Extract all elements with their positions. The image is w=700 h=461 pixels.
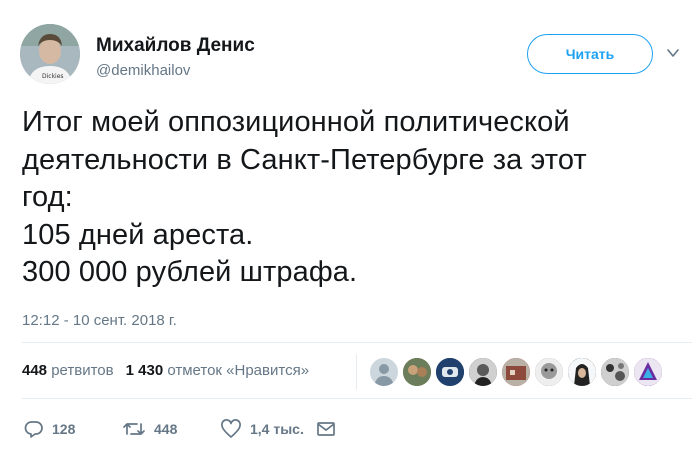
- liker-avatar[interactable]: [599, 356, 631, 388]
- liker-avatar[interactable]: [467, 356, 499, 388]
- like-count: 1,4 тыс.: [250, 421, 304, 437]
- liker-avatar[interactable]: [368, 356, 400, 388]
- retweets-label: ретвитов: [51, 362, 114, 379]
- direct-message-button[interactable]: [316, 416, 336, 442]
- liker-avatar[interactable]: [632, 356, 664, 388]
- follow-button[interactable]: Читать: [527, 34, 653, 74]
- tweet-header: Dickies Михайлов Денис @demikhailov Чита…: [20, 24, 680, 88]
- liker-avatar[interactable]: [401, 356, 433, 388]
- like-button[interactable]: 1,4 тыс.: [220, 416, 304, 442]
- tweet-actions: 128 448 1,4 тыс.: [22, 416, 382, 442]
- liker-avatar[interactable]: [566, 356, 598, 388]
- retweets-count: 448: [22, 362, 48, 379]
- user-display-name[interactable]: Михайлов Денис: [96, 35, 255, 57]
- reply-button[interactable]: 128: [24, 416, 75, 442]
- divider: [22, 342, 692, 343]
- retweets-stat[interactable]: 448 ретвитов: [22, 362, 114, 379]
- retweet-icon: [122, 419, 146, 439]
- tweet-text: Итог моей оппозиционной политической дея…: [22, 106, 587, 288]
- chevron-down-icon[interactable]: [666, 46, 680, 60]
- liker-avatar[interactable]: [434, 356, 466, 388]
- liker-avatar[interactable]: [533, 356, 565, 388]
- envelope-icon: [316, 420, 336, 438]
- user-handle[interactable]: @demikhailov: [96, 62, 190, 79]
- svg-text:Dickies: Dickies: [42, 73, 64, 80]
- tweet-timestamp[interactable]: 12:12 - 10 сент. 2018 г.: [22, 312, 177, 329]
- tweet-stats: 448 ретвитов 1 430 отметок «Нравится»: [22, 362, 309, 379]
- divider: [22, 398, 692, 399]
- likes-count: 1 430: [125, 362, 164, 379]
- retweet-count: 448: [154, 421, 178, 437]
- reply-count: 128: [52, 421, 76, 437]
- reply-icon: [24, 419, 44, 439]
- likes-stat[interactable]: 1 430 отметок «Нравится»: [126, 362, 309, 379]
- avatar[interactable]: Dickies: [20, 24, 80, 84]
- likes-label: отметок «Нравится»: [167, 362, 310, 379]
- stats-divider: [356, 354, 357, 390]
- heart-icon: [220, 419, 242, 439]
- retweet-button[interactable]: 448: [122, 416, 177, 442]
- liker-avatar[interactable]: [500, 356, 532, 388]
